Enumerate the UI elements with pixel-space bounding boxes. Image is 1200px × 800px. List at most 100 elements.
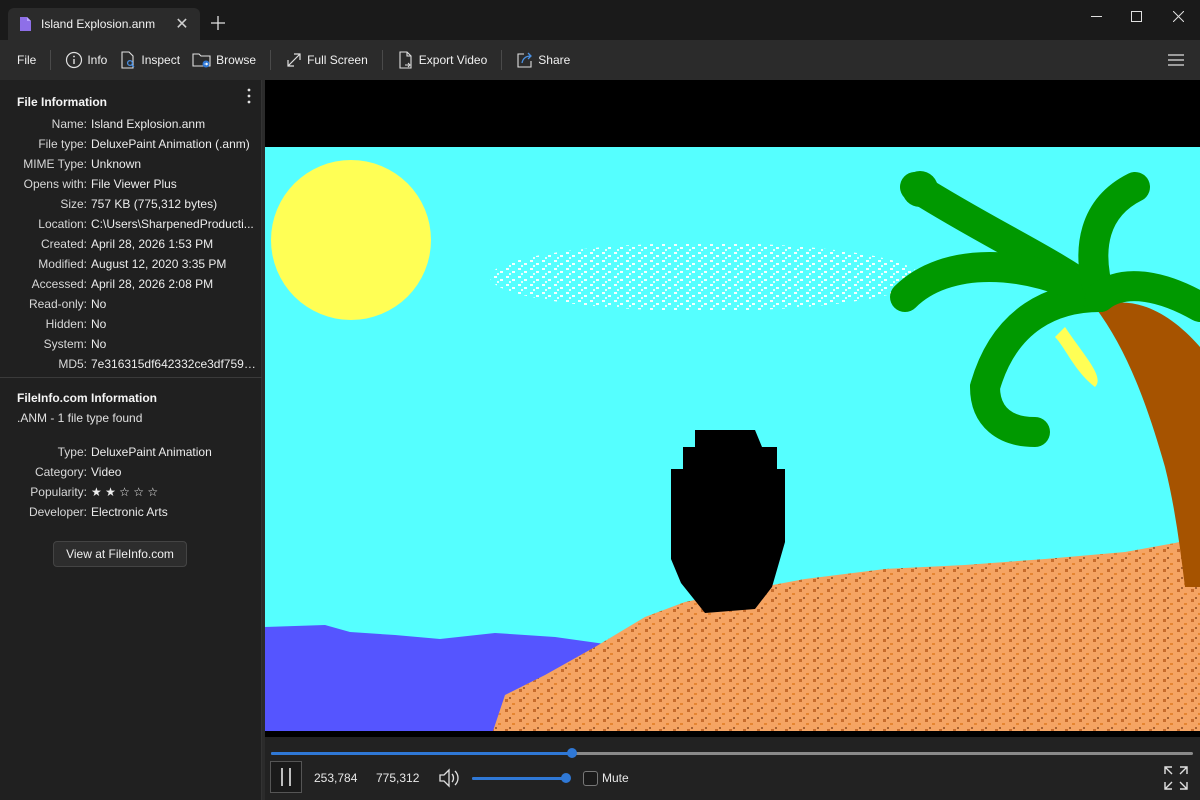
info-row-value: Island Explosion.anm xyxy=(91,117,206,131)
info-row-label: Type: xyxy=(57,445,87,459)
info-row-label: Size: xyxy=(60,197,87,211)
toolbar: File Info Inspect Browse Full Screen Exp… xyxy=(0,40,1200,80)
inspect-label: Inspect xyxy=(141,53,181,67)
new-tab-button[interactable] xyxy=(206,11,230,35)
info-row-label: Opens with: xyxy=(23,177,87,191)
file-type-count: .ANM - 1 file type found xyxy=(17,411,143,425)
mute-label: Mute xyxy=(602,771,629,785)
maximize-button[interactable] xyxy=(1116,0,1156,32)
file-info-row: Modified: August 12, 2020 3:35 PM xyxy=(0,254,262,274)
info-button[interactable]: Info xyxy=(59,45,113,75)
animation-frame xyxy=(265,147,1200,731)
share-label: Share xyxy=(538,53,571,67)
export-video-label: Export Video xyxy=(418,53,488,67)
info-row-label: MD5: xyxy=(58,357,87,371)
fileinfo-com-row: Developer: Electronic Arts xyxy=(0,502,262,522)
info-row-value: April 28, 2026 2:08 PM xyxy=(91,277,214,291)
sun xyxy=(271,160,431,320)
minimize-icon xyxy=(1090,15,1102,17)
total-length: 775,312 xyxy=(376,771,420,785)
browse-button[interactable]: Browse xyxy=(186,45,262,75)
fullscreen-icon[interactable] xyxy=(1163,765,1189,791)
minimize-button[interactable] xyxy=(1076,0,1116,32)
info-row-value: C:\Users\SharpenedProducti... xyxy=(91,217,254,231)
file-info-row: MIME Type: Unknown xyxy=(0,154,262,174)
file-info-row: Opens with: File Viewer Plus xyxy=(0,174,262,194)
toolbar-divider xyxy=(501,50,503,70)
file-info-row: Accessed: April 28, 2026 2:08 PM xyxy=(0,274,262,294)
file-information-title: File Information xyxy=(17,95,107,109)
fullscreen-label: Full Screen xyxy=(307,53,368,67)
info-row-label: Hidden: xyxy=(45,317,87,331)
file-info-row: Size: 757 KB (775,312 bytes) xyxy=(0,194,262,214)
info-row-label: System: xyxy=(43,337,87,351)
info-row-value: April 28, 2026 1:53 PM xyxy=(91,237,214,251)
info-row-value: Video xyxy=(91,465,122,479)
hamburger-icon xyxy=(1168,54,1184,66)
expand-icon xyxy=(287,53,301,67)
maximize-icon xyxy=(1130,10,1142,22)
info-row-value: August 12, 2020 3:35 PM xyxy=(91,257,227,271)
export-video-button[interactable]: Export Video xyxy=(391,45,494,75)
export-icon xyxy=(399,51,412,69)
view-at-fileinfo-button[interactable]: View at FileInfo.com xyxy=(53,541,187,567)
info-row-label: Category: xyxy=(34,465,87,479)
fileinfo-com-title: FileInfo.com Information xyxy=(17,391,157,405)
current-position: 253,784 xyxy=(314,771,358,785)
info-row-value: No xyxy=(91,297,107,311)
title-bar: Island Explosion.anm ✕ xyxy=(0,0,1200,40)
hamburger-menu-button[interactable] xyxy=(1166,50,1186,70)
mute-checkbox[interactable] xyxy=(583,771,598,786)
fullscreen-button[interactable]: Full Screen xyxy=(279,45,374,75)
file-tab[interactable]: Island Explosion.anm ✕ xyxy=(8,8,200,40)
file-info-row: MD5: 7e316315df642332ce3df7595e... xyxy=(0,354,262,374)
share-button[interactable]: Share xyxy=(510,45,576,75)
volume-slider[interactable] xyxy=(472,773,571,783)
info-row-value: DeluxePaint Animation (.anm) xyxy=(91,137,250,151)
info-icon xyxy=(66,51,83,69)
info-row-value: No xyxy=(91,317,107,331)
close-tab-icon[interactable]: ✕ xyxy=(172,14,192,34)
close-window-button[interactable] xyxy=(1158,0,1198,32)
info-row-value: 7e316315df642332ce3df7595e... xyxy=(91,357,257,371)
tab-title: Island Explosion.anm xyxy=(41,17,156,31)
info-row-label: MIME Type: xyxy=(23,157,87,171)
player-controls: 253,784 775,312 Mute xyxy=(265,737,1200,800)
file-info-row: File type: DeluxePaint Animation (.anm) xyxy=(0,134,262,154)
info-row-value: No xyxy=(91,337,107,351)
toolbar-divider xyxy=(270,50,272,70)
plus-icon xyxy=(211,16,225,30)
document-icon xyxy=(20,17,31,31)
info-row-label: Name: xyxy=(51,117,87,131)
info-row-label: File type: xyxy=(38,137,87,151)
pause-icon xyxy=(281,768,291,786)
close-icon xyxy=(1172,10,1184,22)
info-row-value: Unknown xyxy=(91,157,142,171)
info-row-value: 757 KB (775,312 bytes) xyxy=(91,197,218,211)
more-options-icon[interactable] xyxy=(244,88,254,104)
volume-thumb[interactable] xyxy=(561,773,571,783)
file-info-row: Read-only: No xyxy=(0,294,262,314)
volume-icon[interactable] xyxy=(437,766,461,790)
toolbar-divider xyxy=(381,50,383,70)
seek-thumb[interactable] xyxy=(567,748,578,758)
info-row-value: ★ ★ ☆ ☆ ☆ xyxy=(91,485,159,499)
fileinfo-com-row: Category: Video xyxy=(0,462,262,482)
share-icon xyxy=(517,52,533,68)
bomb-silhouette xyxy=(671,430,785,613)
file-menu-button[interactable]: File xyxy=(11,45,42,75)
info-row-label: Developer: xyxy=(28,505,87,519)
info-label: Info xyxy=(87,53,108,67)
info-row-label: Popularity: xyxy=(30,485,87,499)
file-info-row: Name: Island Explosion.anm xyxy=(0,114,262,134)
pause-button[interactable] xyxy=(270,761,302,793)
folder-icon xyxy=(192,53,211,68)
inspect-button[interactable]: Inspect xyxy=(113,45,186,75)
inspect-icon xyxy=(121,51,135,69)
video-viewer[interactable] xyxy=(265,80,1200,737)
seek-bar[interactable] xyxy=(271,748,1193,758)
toolbar-divider xyxy=(50,50,52,70)
info-row-label: Accessed: xyxy=(31,277,87,291)
file-info-row: Created: April 28, 2026 1:53 PM xyxy=(0,234,262,254)
info-row-value: Electronic Arts xyxy=(91,505,168,519)
